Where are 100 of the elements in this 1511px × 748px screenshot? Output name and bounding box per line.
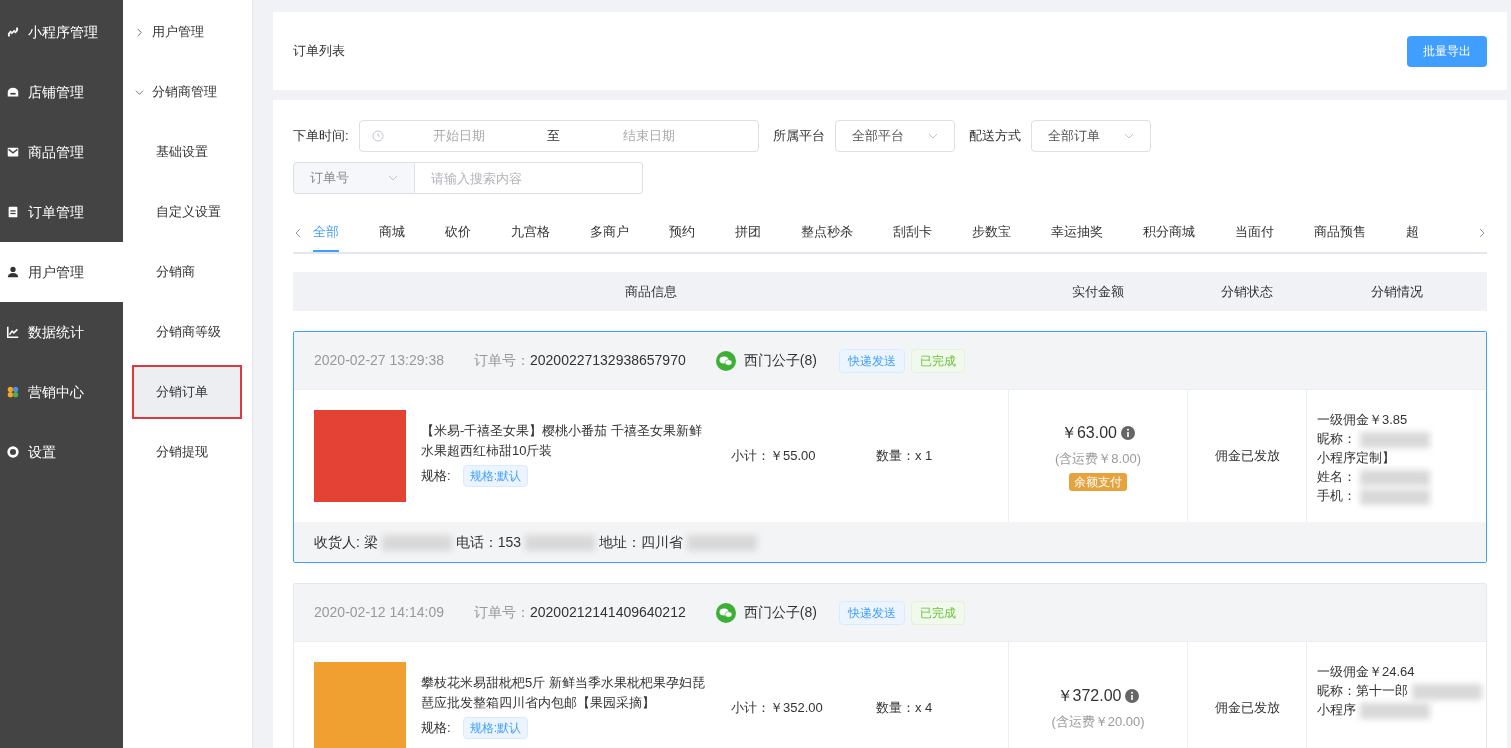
- submenu-label: 用户管理: [152, 23, 204, 42]
- user-name: 西门公子(8): [743, 351, 817, 370]
- tab[interactable]: 商城: [379, 214, 405, 252]
- sidebar-item[interactable]: 订单管理: [0, 182, 123, 242]
- chevron-down-icon: [1123, 131, 1134, 141]
- tab[interactable]: 预约: [669, 214, 695, 252]
- platform-select[interactable]: 全部平台: [834, 120, 955, 152]
- status-tag: 已完成: [910, 348, 965, 373]
- chat-bubbles-icon: [715, 602, 736, 623]
- redaction-blur: [1412, 683, 1482, 700]
- submenu-group[interactable]: 分销商管理: [123, 62, 252, 122]
- commission-line: 姓名：: [1317, 467, 1430, 486]
- order-card[interactable]: 2020-02-12 14:14:09 订单号：20200212141409640212 西门公子(8) 快递发送 已完成 攀枝花米易甜枇杷5斤 新鲜当季水果枇杷果孕妇琵琶应批发整箱四川省内包邮【果园采摘】 规格: 规格:默认 小计：￥352.00 数量：x 4 ￥372.00 (含运费￥20.00) 佣金已发放 一级佣金￥24.64 昵称：第十一郎 小程序: [293, 583, 1487, 748]
- spec-label: 规格:: [421, 467, 451, 486]
- redaction-blur: [1360, 488, 1430, 505]
- redaction-blur: [1360, 469, 1430, 486]
- commission-line: 一级佣金￥24.64: [1317, 663, 1415, 681]
- page-title: 订单列表: [293, 42, 345, 61]
- subtotal: 小计：￥55.00: [731, 447, 817, 466]
- house-icon: [6, 85, 20, 99]
- tab[interactable]: 拼团: [735, 214, 761, 252]
- tab[interactable]: 步数宝: [972, 214, 1011, 252]
- info-icon[interactable]: [1121, 426, 1135, 441]
- submenu-label: 分销商管理: [152, 83, 217, 102]
- filter-label: 所属平台: [772, 127, 825, 146]
- chat-bubbles-icon: [715, 350, 736, 371]
- tab[interactable]: 超: [1406, 214, 1419, 252]
- user-icon: [6, 265, 20, 279]
- commission-line: 小程序定制】: [1317, 449, 1395, 467]
- order-number: 订单号：20200212141409640212: [474, 603, 686, 622]
- submenu-item[interactable]: 分销商等级: [134, 307, 240, 357]
- order-number: 订单号：20200227132938657970: [474, 351, 686, 370]
- sidebar-item[interactable]: 数据统计: [0, 302, 123, 362]
- commission-line: 手机：: [1317, 486, 1430, 505]
- link-icon: [6, 25, 20, 39]
- shipping-fee: (含运费￥20.00): [1051, 713, 1145, 732]
- column-header: 分销情况: [1370, 282, 1423, 301]
- commission-line: 小程序: [1317, 700, 1430, 719]
- column-header: 实付金额: [1071, 282, 1124, 301]
- info-icon[interactable]: [1125, 689, 1140, 704]
- clock-icon: [371, 130, 384, 142]
- quantity: 数量：x 4: [876, 699, 933, 718]
- tab[interactable]: 幸运抽奖: [1051, 214, 1103, 252]
- submenu-item[interactable]: 分销商: [134, 247, 240, 297]
- redaction-blur: [525, 534, 596, 551]
- sidebar-item[interactable]: 商品管理: [0, 122, 123, 182]
- payment-tag: 余额支付: [1069, 472, 1127, 491]
- redaction-blur: [1360, 702, 1430, 719]
- subtotal: 小计：￥352.00: [731, 699, 824, 718]
- product-title: 【米易-千禧圣女果】樱桃小番茄 千禧圣女果新鲜水果超西红柿甜10斤装: [421, 422, 703, 460]
- search-field[interactable]: 请输入搜索内容: [415, 162, 643, 194]
- status-tag: 快递发送: [838, 600, 905, 625]
- chevron-down-icon: [927, 131, 938, 141]
- submenu-group[interactable]: 用户管理: [123, 2, 252, 62]
- submenu-item[interactable]: 分销订单: [134, 367, 240, 417]
- sidebar-item[interactable]: 设置: [0, 422, 123, 482]
- chevron-right-icon[interactable]: [1477, 228, 1487, 238]
- order-card[interactable]: [293, 331, 1487, 563]
- submenu-item[interactable]: 基础设置: [134, 127, 240, 177]
- order-time: 2020-02-12 14:14:09: [314, 603, 444, 622]
- filter-label: 配送方式: [968, 127, 1021, 146]
- tab[interactable]: 多商户: [590, 214, 629, 252]
- tab[interactable]: 积分商城: [1143, 214, 1195, 252]
- filter-label: 下单时间:: [293, 127, 349, 146]
- receiver-info: 电话：153: [455, 531, 596, 553]
- sidebar-item[interactable]: 小程序管理: [0, 2, 123, 62]
- column-header: 商品信息: [624, 282, 677, 301]
- commission-line: 昵称：: [1317, 429, 1430, 448]
- petals-icon: [6, 385, 20, 399]
- delivery-select[interactable]: 全部订单: [1030, 120, 1151, 152]
- date-range-field[interactable]: 开始日期 至 结束日期: [358, 120, 759, 152]
- status-tag: 已完成: [910, 600, 965, 625]
- redaction-blur: [381, 534, 452, 551]
- settings-icon: [6, 445, 20, 459]
- commission-status: 佣金已发放: [1214, 447, 1280, 466]
- sidebar-item[interactable]: 用户管理: [0, 242, 123, 302]
- tab[interactable]: 砍价: [445, 214, 471, 252]
- spec-tag: 规格:默认: [462, 717, 528, 739]
- redaction-blur: [1360, 431, 1430, 448]
- tab[interactable]: 当面付: [1235, 214, 1274, 252]
- redaction-blur: [687, 534, 758, 551]
- status-tag: 快递发送: [838, 348, 905, 373]
- search-type-select[interactable]: 订单号: [293, 162, 415, 194]
- clipboard-icon: [6, 205, 20, 219]
- submenu-item[interactable]: 自定义设置: [134, 187, 240, 237]
- sidebar-item[interactable]: 店铺管理: [0, 62, 123, 122]
- product-title: 攀枝花米易甜枇杷5斤 新鲜当季水果枇杷果孕妇琵琶应批发整箱四川省内包邮【果园采摘】: [421, 674, 706, 712]
- tab[interactable]: 九宫格: [511, 214, 550, 252]
- tab[interactable]: 整点秒杀: [801, 214, 853, 252]
- submenu-item[interactable]: 分销提现: [134, 427, 240, 477]
- tab[interactable]: 商品预售: [1314, 214, 1366, 252]
- chevron-down-icon: [388, 173, 398, 183]
- chevron-left-icon[interactable]: [293, 228, 303, 238]
- commission-status: 佣金已发放: [1214, 699, 1280, 718]
- spec-tag: 规格:默认: [462, 465, 528, 487]
- paid-amount: ￥372.00: [1056, 686, 1122, 707]
- tab[interactable]: 刮刮卡: [893, 214, 932, 252]
- user-name: 西门公子(8): [743, 603, 817, 622]
- receiver-info: 地址：四川省: [599, 531, 758, 553]
- sidebar-item[interactable]: 营销中心: [0, 362, 123, 422]
